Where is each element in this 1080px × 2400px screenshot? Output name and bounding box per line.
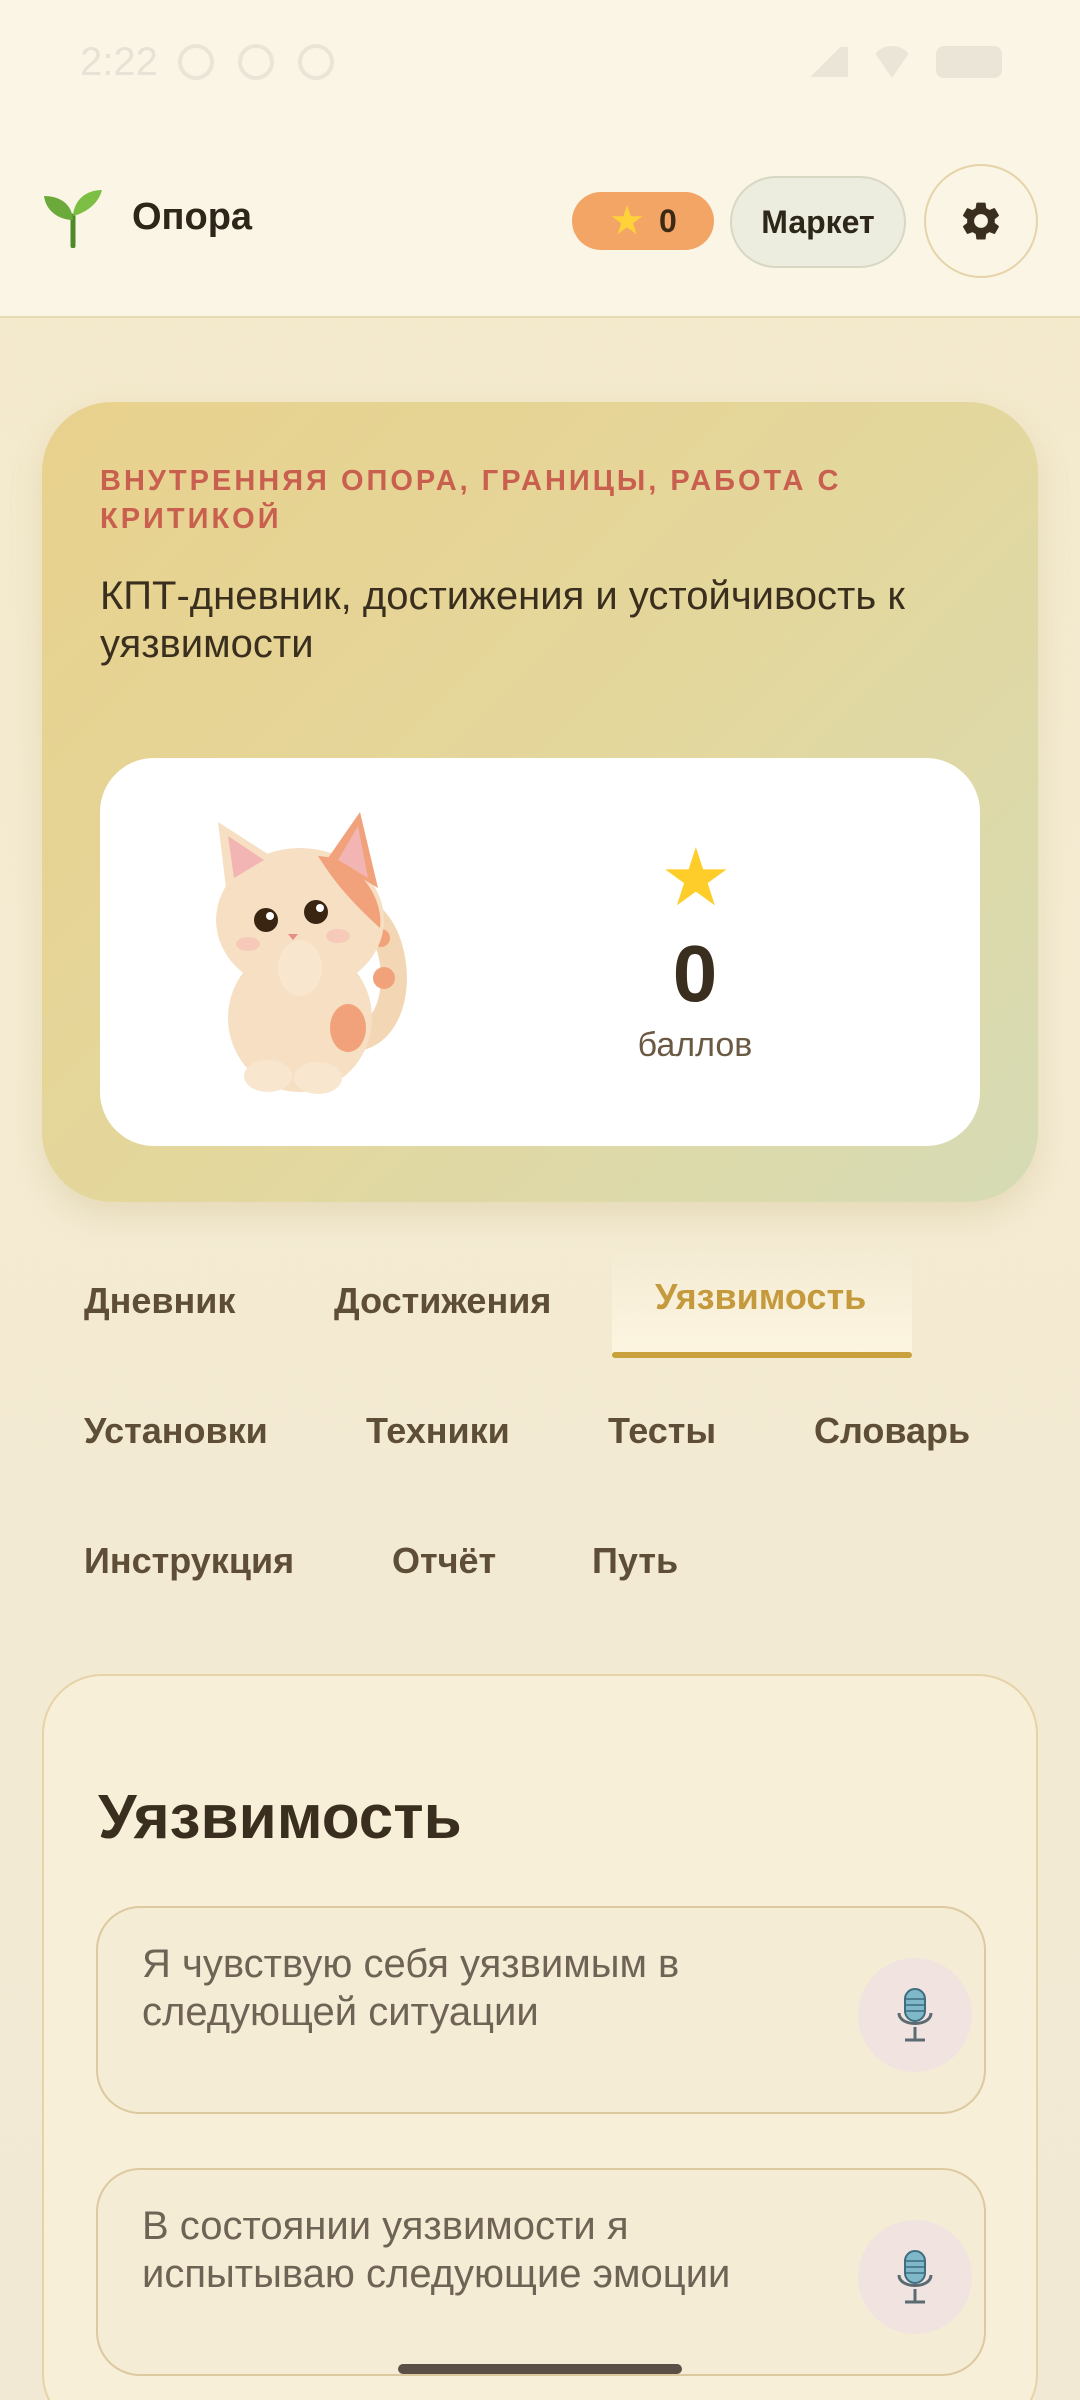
voice-input-button[interactable]: [858, 2220, 972, 2334]
situation-placeholder: Я чувствую себя уязвимым в следующей сит…: [142, 1942, 680, 2034]
app-header: Опора ★ 0 Маркет: [0, 130, 1080, 318]
tab-tests[interactable]: Тесты: [608, 1410, 716, 1452]
settings-status-icon: [178, 44, 214, 80]
tab-beliefs[interactable]: Установки: [84, 1410, 268, 1452]
status-bar: 2:22: [0, 0, 1080, 130]
info-status-icon: [238, 44, 274, 80]
tab-diary[interactable]: Дневник: [84, 1280, 235, 1322]
cat-mascot-icon: [216, 812, 407, 1094]
home-indicator[interactable]: [398, 2364, 682, 2374]
score-value: 0: [672, 929, 718, 1018]
gear-icon: [963, 202, 999, 240]
stars-balance[interactable]: ★ 0: [572, 192, 714, 250]
score-label: баллов: [637, 1026, 753, 1064]
microphone-icon: [897, 1988, 933, 2042]
vulnerability-section: Уязвимость Я чувствую себя уязвимым в сл…: [42, 1674, 1038, 2400]
sprout-icon: [44, 190, 102, 248]
hero-card: ВНУТРЕННЯЯ ОПОРА, ГРАНИЦЫ, РАБОТА С КРИТ…: [42, 402, 1038, 1202]
microphone-icon: [897, 2250, 933, 2304]
tab-report[interactable]: Отчёт: [392, 1540, 496, 1582]
settings-button[interactable]: [924, 164, 1038, 278]
star-icon: ★: [609, 199, 646, 243]
app-title: Опора: [132, 196, 253, 238]
battery-icon: [936, 46, 1002, 78]
emotions-placeholder: В состоянии уязвимости я испытываю следу…: [142, 2204, 731, 2296]
status-system-icons: [802, 46, 1002, 78]
voice-input-button[interactable]: [858, 1958, 972, 2072]
emotions-field[interactable]: В состоянии уязвимости я испытываю следу…: [96, 2168, 986, 2376]
tab-techniques[interactable]: Техники: [366, 1410, 510, 1452]
score-star-icon: ★: [660, 833, 732, 922]
hero-subtitle: КПТ-дневник, достижения и устойчивость к…: [100, 574, 905, 666]
tab-vulnerability[interactable]: Уязвимость: [655, 1276, 866, 1318]
market-button[interactable]: Маркет: [730, 176, 906, 268]
signal-icon: [802, 47, 848, 77]
tab-achievements[interactable]: Достижения: [334, 1280, 551, 1322]
shield-status-icon: [298, 44, 334, 80]
status-time: 2:22: [80, 40, 158, 84]
hero-kicker: ВНУТРЕННЯЯ ОПОРА, ГРАНИЦЫ, РАБОТА С КРИТ…: [100, 465, 842, 535]
tab-dictionary[interactable]: Словарь: [814, 1410, 970, 1452]
score-card: ★ 0 баллов: [100, 758, 980, 1146]
tab-path[interactable]: Путь: [592, 1540, 678, 1582]
status-notification-icons: [178, 44, 334, 80]
section-title: Уязвимость: [98, 1783, 462, 1852]
situation-field[interactable]: Я чувствую себя уязвимым в следующей сит…: [96, 1906, 986, 2114]
tab-active-underline: [612, 1352, 912, 1358]
wifi-icon: [870, 46, 914, 78]
tab-instructions[interactable]: Инструкция: [84, 1540, 294, 1582]
stars-count: 0: [659, 202, 677, 239]
